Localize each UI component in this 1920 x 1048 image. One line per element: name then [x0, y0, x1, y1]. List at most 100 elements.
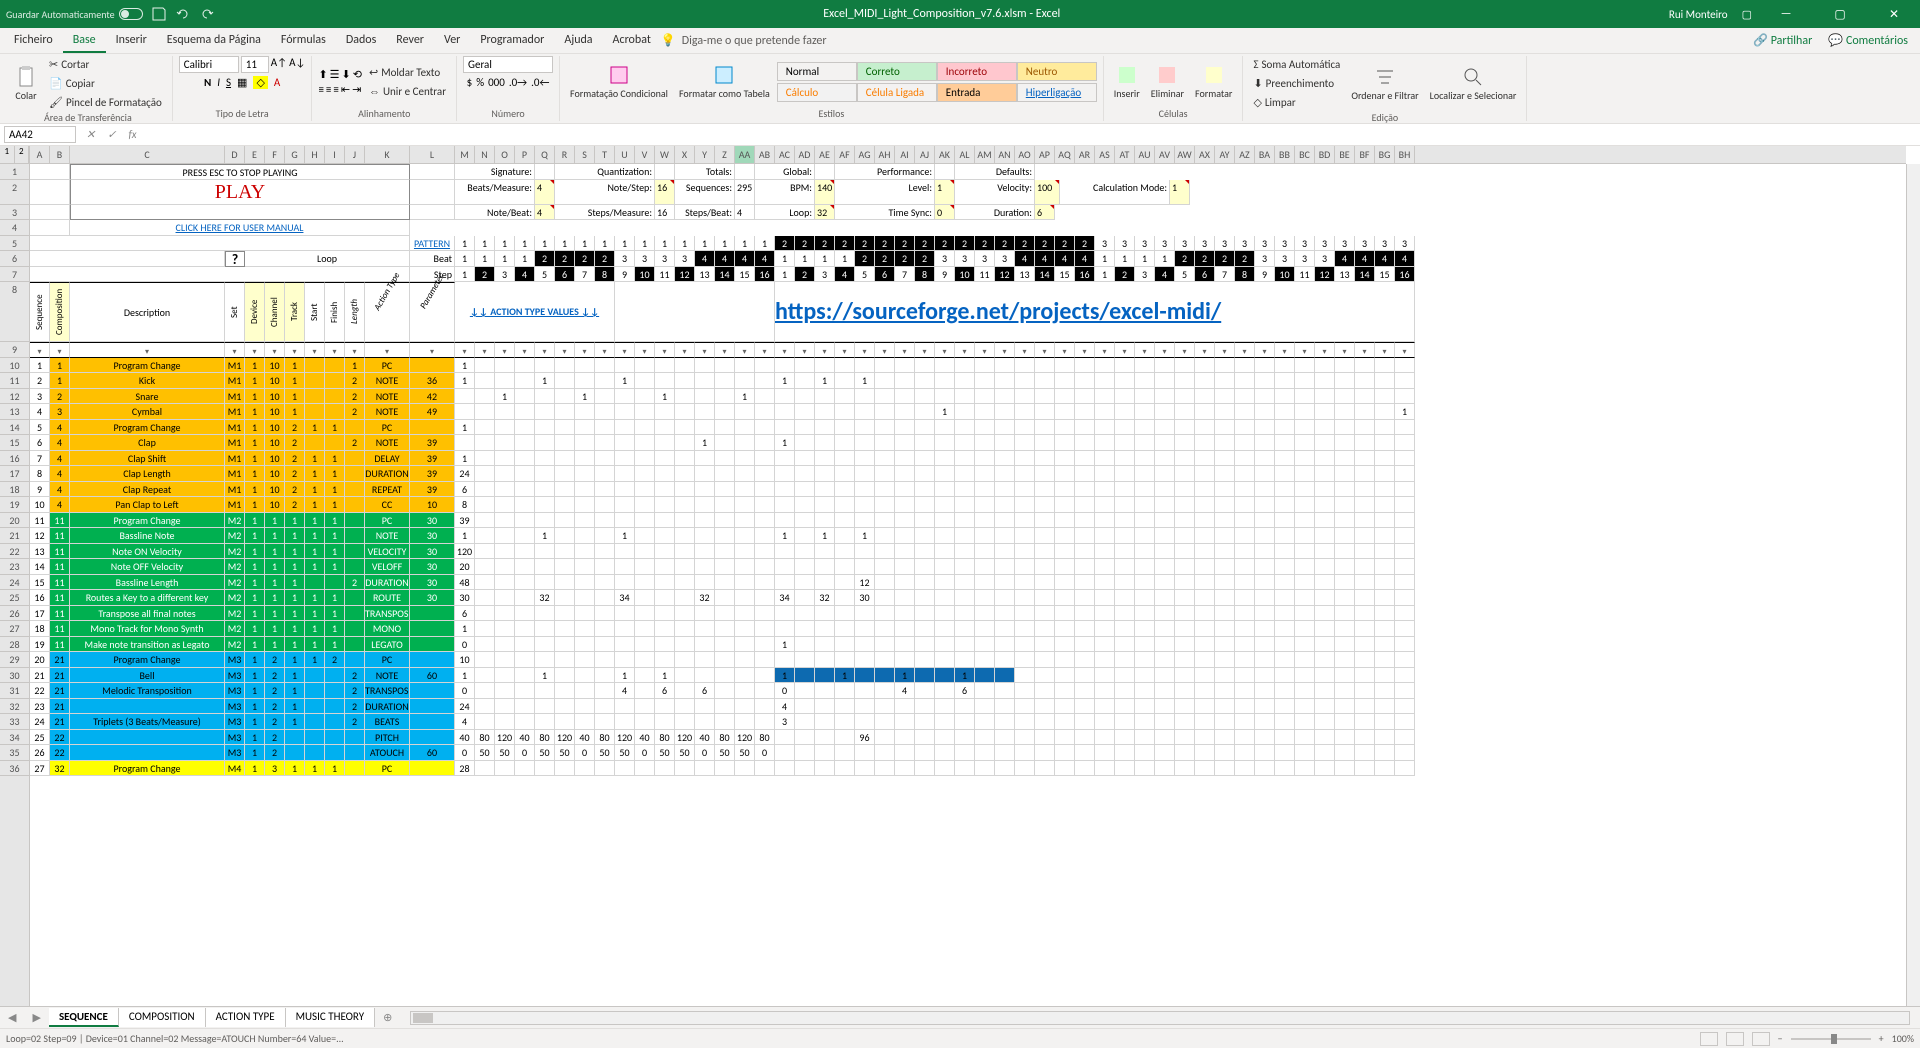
- col-header-Y[interactable]: Y: [695, 146, 715, 163]
- row-header-18[interactable]: 18: [0, 482, 29, 498]
- style-incorreto[interactable]: Incorreto: [937, 62, 1017, 81]
- minimize-button[interactable]: —: [1766, 7, 1806, 21]
- col-header-R[interactable]: R: [555, 146, 575, 163]
- row-header-34[interactable]: 34: [0, 730, 29, 746]
- col-header-AM[interactable]: AM: [975, 146, 995, 163]
- style-entrada[interactable]: Entrada: [937, 83, 1017, 102]
- row-header-5[interactable]: 5: [0, 236, 29, 252]
- row-header-13[interactable]: 13: [0, 404, 29, 420]
- col-header-AI[interactable]: AI: [895, 146, 915, 163]
- maximize-button[interactable]: ▢: [1820, 7, 1860, 22]
- tab-dados[interactable]: Dados: [336, 29, 386, 53]
- col-header-AO[interactable]: AO: [1015, 146, 1035, 163]
- col-header-B[interactable]: B: [50, 146, 70, 163]
- row-header-11[interactable]: 11: [0, 373, 29, 389]
- tab-ajuda[interactable]: Ajuda: [554, 29, 602, 53]
- col-header-X[interactable]: X: [675, 146, 695, 163]
- row-header-21[interactable]: 21: [0, 528, 29, 544]
- row-header-20[interactable]: 20: [0, 513, 29, 529]
- col-header-BG[interactable]: BG: [1375, 146, 1395, 163]
- font-size[interactable]: 11: [241, 56, 269, 73]
- row-header-19[interactable]: 19: [0, 497, 29, 513]
- redo-icon[interactable]: [199, 6, 215, 22]
- play-button[interactable]: PLAY: [70, 180, 410, 205]
- user-name[interactable]: Rui Monteiro: [1669, 8, 1728, 21]
- col-header-AX[interactable]: AX: [1195, 146, 1215, 163]
- undo-icon[interactable]: [175, 6, 191, 22]
- bold-button[interactable]: N: [204, 76, 211, 89]
- increase-font-icon[interactable]: A↑: [271, 56, 287, 73]
- page-layout-button[interactable]: [1726, 1032, 1744, 1046]
- align-top-icon[interactable]: ⬆: [318, 68, 327, 81]
- style-normal[interactable]: Normal: [777, 62, 857, 81]
- normal-view-button[interactable]: [1700, 1032, 1718, 1046]
- clear-button[interactable]: ◇ Limpar: [1249, 94, 1344, 111]
- row-header-22[interactable]: 22: [0, 544, 29, 560]
- col-header-AE[interactable]: AE: [815, 146, 835, 163]
- col-header-AQ[interactable]: AQ: [1055, 146, 1075, 163]
- align-left-icon[interactable]: ≡: [318, 83, 323, 96]
- decrease-font-icon[interactable]: A↓: [289, 56, 305, 73]
- col-header-AP[interactable]: AP: [1035, 146, 1055, 163]
- paste-button[interactable]: Colar: [10, 63, 42, 104]
- user-manual-link[interactable]: CLICK HERE FOR USER MANUAL: [70, 220, 410, 236]
- row-header-27[interactable]: 27: [0, 621, 29, 637]
- col-header-W[interactable]: W: [655, 146, 675, 163]
- row-header-23[interactable]: 23: [0, 559, 29, 575]
- style-correto[interactable]: Correto: [857, 62, 937, 81]
- col-header-L[interactable]: L: [410, 146, 455, 163]
- wrap-text-button[interactable]: ↩ Moldar Texto: [365, 64, 450, 81]
- tab-programador[interactable]: Programador: [470, 29, 554, 53]
- row-header-31[interactable]: 31: [0, 683, 29, 699]
- autosum-button[interactable]: Σ Soma Automática: [1249, 56, 1344, 73]
- insert-cells-button[interactable]: Inserir: [1110, 61, 1144, 102]
- decimal-inc-icon[interactable]: .0→: [509, 76, 527, 89]
- number-format[interactable]: Geral: [463, 56, 553, 73]
- col-header-I[interactable]: I: [325, 146, 345, 163]
- col-header-E[interactable]: E: [245, 146, 265, 163]
- orientation-icon[interactable]: ⟲: [353, 68, 362, 81]
- delete-cells-button[interactable]: Eliminar: [1147, 61, 1188, 102]
- row-header-1[interactable]: 1: [0, 164, 29, 180]
- col-header-BA[interactable]: BA: [1255, 146, 1275, 163]
- row-header-17[interactable]: 17: [0, 466, 29, 482]
- project-url-link[interactable]: https://sourceforge.net/projects/excel-m…: [775, 282, 1415, 342]
- zoom-level[interactable]: 100%: [1892, 1032, 1914, 1045]
- col-header-BD[interactable]: BD: [1315, 146, 1335, 163]
- col-header-AU[interactable]: AU: [1135, 146, 1155, 163]
- find-select-button[interactable]: Localizar e Selecionar: [1426, 63, 1521, 104]
- style-hiper[interactable]: Hiperligação: [1017, 83, 1097, 102]
- new-sheet-button[interactable]: ⊕: [375, 1011, 400, 1024]
- col-header-M[interactable]: M: [455, 146, 475, 163]
- col-header-AB[interactable]: AB: [755, 146, 775, 163]
- comma-icon[interactable]: 000: [488, 76, 505, 89]
- row-header-30[interactable]: 30: [0, 668, 29, 684]
- sheet-nav-prev[interactable]: ◀: [0, 1011, 24, 1024]
- currency-icon[interactable]: $: [467, 76, 473, 89]
- col-header-T[interactable]: T: [595, 146, 615, 163]
- tab-fórmulas[interactable]: Fórmulas: [271, 29, 336, 53]
- col-header-AN[interactable]: AN: [995, 146, 1015, 163]
- zoom-in-button[interactable]: +: [1879, 1032, 1884, 1045]
- align-bot-icon[interactable]: ⬇: [342, 68, 351, 81]
- col-header-BF[interactable]: BF: [1355, 146, 1375, 163]
- row-header-33[interactable]: 33: [0, 714, 29, 730]
- cancel-formula-icon[interactable]: ✕: [80, 128, 101, 141]
- fx-icon[interactable]: fx: [122, 128, 142, 141]
- autosave-toggle[interactable]: Guardar Automaticamente: [6, 8, 143, 21]
- col-header-Q[interactable]: Q: [535, 146, 555, 163]
- row-header-35[interactable]: 35: [0, 745, 29, 761]
- row-header-36[interactable]: 36: [0, 761, 29, 777]
- col-header-AF[interactable]: AF: [835, 146, 855, 163]
- sheet-tab-composition[interactable]: COMPOSITION: [119, 1008, 206, 1027]
- ribbon-options-icon[interactable]: ▢: [1742, 8, 1752, 21]
- col-header-AJ[interactable]: AJ: [915, 146, 935, 163]
- align-mid-icon[interactable]: ☰: [330, 68, 340, 81]
- decimal-dec-icon[interactable]: .0←: [531, 76, 549, 89]
- align-center-icon[interactable]: ≡: [326, 83, 331, 96]
- row-header-15[interactable]: 15: [0, 435, 29, 451]
- col-header-AZ[interactable]: AZ: [1235, 146, 1255, 163]
- enter-formula-icon[interactable]: ✓: [101, 128, 122, 141]
- row-header-26[interactable]: 26: [0, 606, 29, 622]
- copy-button[interactable]: 📄 Copiar: [45, 75, 166, 92]
